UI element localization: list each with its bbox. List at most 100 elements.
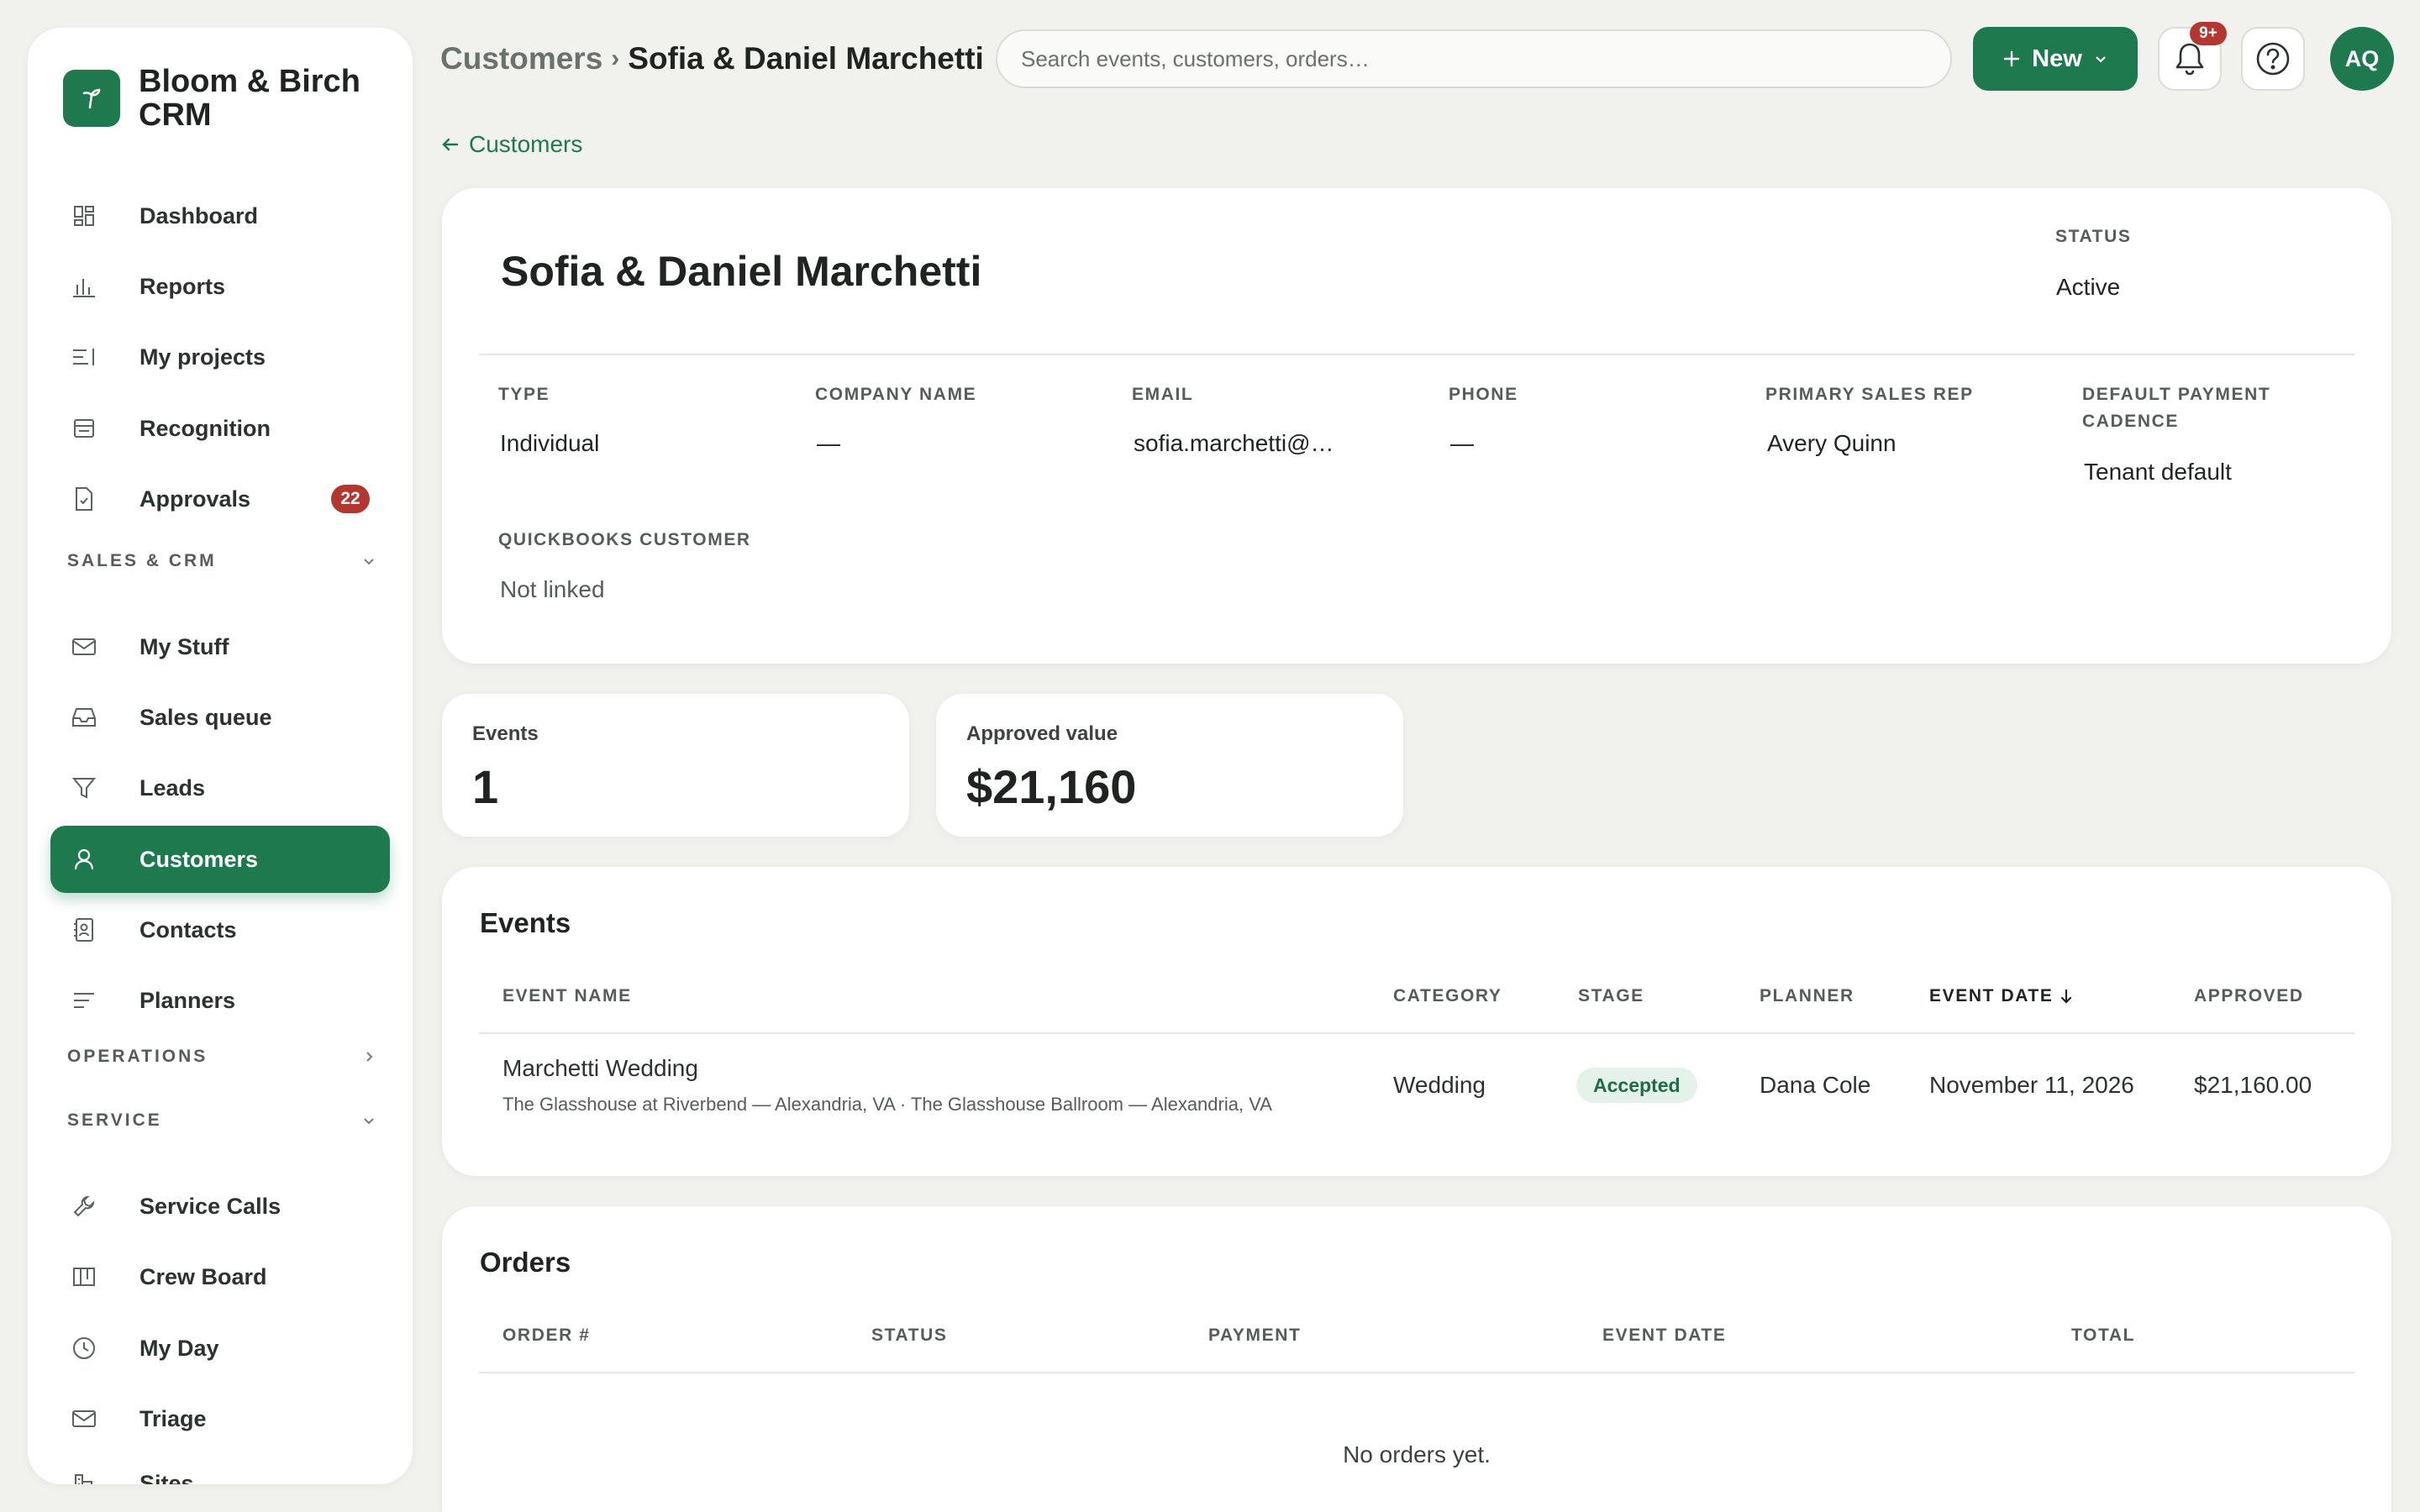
- type-value: Individual: [500, 430, 600, 456]
- sidebar-item-dashboard[interactable]: Dashboard: [50, 182, 390, 249]
- brand-name: Bloom & Birch CRM: [139, 64, 360, 133]
- building-icon: [71, 1470, 97, 1484]
- approved-value-amount: $21,160: [966, 760, 1137, 813]
- sidebar-item-service-calls[interactable]: Service Calls: [50, 1173, 390, 1240]
- company-name-value: —: [817, 430, 840, 456]
- sidebar-item-my-stuff[interactable]: My Stuff: [50, 613, 390, 680]
- address-book-icon: [71, 916, 97, 943]
- email-value[interactable]: sofia.marchetti@…: [1134, 430, 1334, 457]
- arrow-left-icon: [442, 138, 459, 151]
- phone-value: —: [1450, 430, 1474, 456]
- sidebar-item-customers[interactable]: Customers: [50, 826, 390, 893]
- chevron-right-icon: [366, 1052, 373, 1062]
- events-card: Events EVENT NAME CATEGORY STAGE PLANNER…: [442, 867, 2391, 1176]
- type-label: TYPE: [498, 385, 550, 404]
- bell-icon: [2175, 43, 2204, 76]
- event-name-cell[interactable]: Marchetti Wedding: [502, 1055, 698, 1082]
- chevron-down-icon: [364, 559, 374, 565]
- events-count-label: Events: [472, 722, 539, 745]
- table-header-divider: [479, 1032, 2354, 1034]
- brand-logo-icon[interactable]: [63, 70, 120, 127]
- quickbooks-label: QUICKBOOKS CUSTOMER: [498, 530, 751, 549]
- bar-chart-icon: [71, 273, 97, 300]
- customer-details-card: Sofia & Daniel Marchetti STATUS Active T…: [442, 188, 2391, 664]
- user-avatar[interactable]: AQ: [2330, 27, 2394, 91]
- breadcrumb: Customers › Sofia & Daniel Marchetti: [440, 39, 984, 79]
- sidebar-item-my-projects[interactable]: My projects: [50, 323, 390, 391]
- event-date-cell: November 11, 2026: [1929, 1072, 2134, 1098]
- clock-icon: [71, 1335, 97, 1362]
- column-order-event-date[interactable]: EVENT DATE: [1602, 1326, 1726, 1346]
- sort-descending-icon: [2061, 989, 2072, 1004]
- approvals-count-badge: 22: [331, 485, 370, 513]
- sidebar-item-contacts[interactable]: Contacts: [50, 896, 390, 963]
- customer-name: Sofia & Daniel Marchetti: [501, 248, 982, 295]
- events-count-card: Events 1: [442, 694, 909, 837]
- company-name-label: COMPANY NAME: [815, 385, 977, 404]
- help-button[interactable]: [2241, 27, 2305, 91]
- orders-title: Orders: [480, 1247, 571, 1278]
- sidebar-item-planners[interactable]: Planners: [50, 967, 390, 1034]
- quickbooks-value: Not linked: [500, 576, 605, 602]
- column-category[interactable]: CATEGORY: [1393, 986, 1502, 1006]
- stage-badge: Accepted: [1576, 1068, 1697, 1103]
- events-title: Events: [480, 907, 571, 938]
- section-service[interactable]: SERVICE: [67, 1104, 378, 1137]
- section-sales-crm[interactable]: SALES & CRM: [67, 544, 378, 578]
- column-event-name[interactable]: EVENT NAME: [502, 986, 632, 1006]
- sidebar-item-triage[interactable]: Triage: [50, 1385, 390, 1452]
- events-count-value: 1: [472, 760, 499, 813]
- sidebar-item-sales-queue[interactable]: Sales queue: [50, 684, 390, 751]
- search-input[interactable]: [996, 29, 1952, 88]
- column-planner[interactable]: PLANNER: [1760, 986, 1854, 1006]
- breadcrumb-separator: ›: [611, 45, 620, 72]
- help-icon: [2256, 42, 2290, 76]
- status-value: Active: [2056, 274, 2121, 300]
- mail-icon: [71, 1405, 97, 1432]
- new-button[interactable]: New: [1973, 27, 2138, 91]
- notifications-badge: 9+: [2190, 22, 2227, 45]
- orders-empty-state: No orders yet.: [1343, 1441, 1491, 1467]
- sales-rep-label: PRIMARY SALES REP: [1765, 385, 1974, 404]
- wrench-icon: [71, 1193, 97, 1220]
- document-check-icon: [71, 486, 97, 512]
- email-label: EMAIL: [1132, 385, 1194, 404]
- inbox-icon: [71, 704, 97, 731]
- dashboard-icon: [71, 202, 97, 229]
- column-event-date[interactable]: EVENT DATE: [1929, 986, 2073, 1006]
- breadcrumb-parent[interactable]: Customers: [440, 41, 602, 76]
- planner-cell: Dana Cole: [1760, 1072, 1871, 1098]
- table-header-divider: [479, 1372, 2354, 1373]
- divider: [479, 354, 2354, 355]
- column-order-number[interactable]: ORDER #: [502, 1326, 591, 1346]
- funnel-icon: [71, 774, 97, 801]
- status-label: STATUS: [2055, 227, 2132, 246]
- sidebar-item-reports[interactable]: Reports: [50, 253, 390, 320]
- column-status[interactable]: STATUS: [871, 1326, 947, 1346]
- list-icon: [71, 987, 97, 1014]
- sidebar-item-my-day[interactable]: My Day: [50, 1315, 390, 1382]
- column-payment[interactable]: PAYMENT: [1208, 1326, 1301, 1346]
- projects-icon: [71, 344, 97, 370]
- sidebar-item-sites[interactable]: Sites: [50, 1450, 390, 1484]
- sidebar-item-crew-board[interactable]: Crew Board: [50, 1243, 390, 1310]
- sidebar-item-approvals[interactable]: Approvals 22: [50, 465, 390, 533]
- section-operations[interactable]: OPERATIONS: [67, 1040, 378, 1074]
- sidebar: Bloom & Birch CRM Dashboard Reports My p…: [28, 28, 413, 1484]
- column-stage[interactable]: STAGE: [1578, 986, 1644, 1006]
- category-cell: Wedding: [1393, 1072, 1486, 1098]
- approved-value-label: Approved value: [966, 722, 1118, 745]
- sidebar-item-leads[interactable]: Leads: [50, 754, 390, 822]
- column-total[interactable]: TOTAL: [2071, 1326, 2135, 1346]
- sidebar-item-recognition[interactable]: Recognition: [50, 395, 390, 462]
- user-icon: [71, 846, 97, 873]
- breadcrumb-current: Sofia & Daniel Marchetti: [628, 41, 984, 76]
- board-icon: [71, 1263, 97, 1290]
- payment-cadence-value: Tenant default: [2084, 459, 2232, 485]
- mail-icon: [71, 633, 97, 660]
- approved-cell: $21,160.00: [2194, 1072, 2312, 1098]
- back-to-customers-link[interactable]: Customers: [440, 129, 582, 160]
- column-approved[interactable]: APPROVED: [2194, 986, 2304, 1006]
- chevron-down-icon: [364, 1118, 374, 1125]
- recognition-icon: [71, 415, 97, 442]
